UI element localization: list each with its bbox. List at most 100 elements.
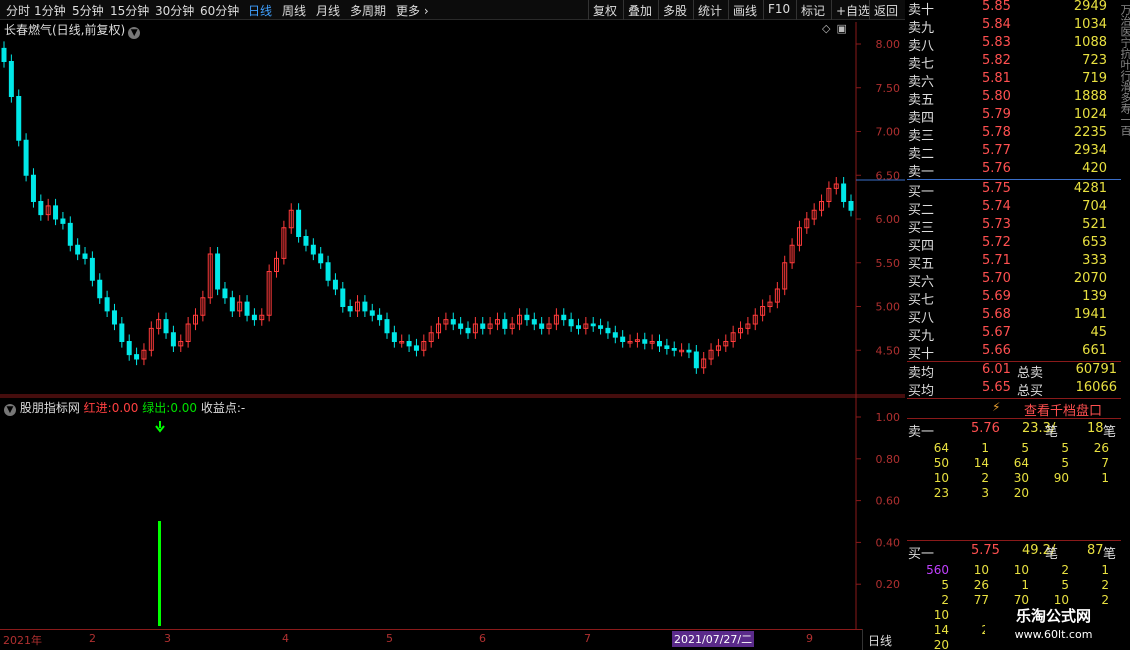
queue-order-size: 5 — [1061, 456, 1069, 470]
level-label: 买一 — [908, 185, 935, 200]
candle-body — [480, 323, 486, 329]
profit-label: 收益点: — [200, 401, 241, 415]
total-sell-value: 60791 — [1075, 362, 1117, 377]
bid-avg-row: 买均 5.65 总买 16066 — [907, 380, 1130, 399]
level-price: 5.78 — [982, 125, 1011, 140]
watermark-url: www.60lt.com — [1014, 628, 1093, 641]
level-label: 买十 — [908, 347, 935, 362]
level-volume: 2235 — [1073, 125, 1107, 140]
bid-avg-value: 5.65 — [982, 380, 1011, 395]
bid-level-row[interactable]: 买十 5.66 661 — [907, 343, 1107, 362]
ask-level-row[interactable]: 卖四 5.79 1024 — [907, 107, 1107, 126]
level-label: 卖十 — [908, 3, 935, 18]
bid-level-row[interactable]: 买一 5.75 4281 — [907, 181, 1107, 200]
level-label: 买七 — [908, 293, 935, 308]
ask-level-row[interactable]: 卖六 5.81 719 — [907, 71, 1107, 90]
buy-queue-header: 买一 5.75 49.2/ 笔 87 笔 — [907, 543, 1122, 562]
candle-body — [126, 341, 132, 356]
green-out-value: 0.00 — [170, 401, 198, 415]
sell-queue-label: 卖一 — [908, 425, 935, 440]
ask-level-row[interactable]: 卖一 5.76 420 — [907, 161, 1107, 180]
sell-queue-price: 5.76 — [971, 421, 1000, 436]
bid-level-row[interactable]: 买五 5.71 333 — [907, 253, 1107, 272]
candle-body — [104, 297, 110, 312]
bid-level-row[interactable]: 买三 5.73 521 — [907, 217, 1107, 236]
y-tick-label: 5.50 — [876, 257, 901, 270]
date-tick: 6 — [479, 632, 486, 645]
bid-level-row[interactable]: 买二 5.74 704 — [907, 199, 1107, 218]
candle-body — [8, 61, 14, 97]
level-volume: 2934 — [1073, 143, 1107, 158]
watermark-title: 乐淘公式网 — [1015, 607, 1091, 625]
bid-level-row[interactable]: 买七 5.69 139 — [907, 289, 1107, 308]
candle-body — [598, 325, 604, 329]
candle-body — [384, 319, 390, 334]
candle-body — [89, 257, 95, 281]
level-volume: 45 — [1090, 325, 1107, 340]
queue-order-size: 5 — [941, 578, 949, 592]
bid-level-row[interactable]: 买八 5.68 1941 — [907, 307, 1107, 326]
candle-body — [362, 301, 368, 312]
period-indicator[interactable]: 日线 — [862, 629, 905, 650]
divider — [907, 540, 1130, 541]
date-tick: 7 — [584, 632, 591, 645]
date-tick: 2021年 — [3, 634, 42, 647]
ask-level-row[interactable]: 卖九 5.84 1034 — [907, 17, 1107, 36]
candle-body — [67, 222, 73, 246]
queue-order-size: 20 — [1013, 486, 1029, 500]
kline-chart[interactable]: 8.00 7.50 7.00 6.50 6.00 5.50 5.00 4.50 1.00 0.8… — [0, 0, 905, 650]
level-price: 5.68 — [982, 307, 1011, 322]
level-price: 5.83 — [982, 35, 1011, 50]
candle-body — [53, 205, 59, 220]
ask-level-row[interactable]: 卖五 5.80 1888 — [907, 89, 1107, 108]
ask-level-row[interactable]: 卖二 5.77 2934 — [907, 143, 1107, 162]
bid-level-row[interactable]: 买六 5.70 2070 — [907, 271, 1107, 290]
buy-queue-count: 87 — [1087, 543, 1104, 558]
date-tick: 3 — [164, 632, 171, 645]
level-volume: 723 — [1082, 53, 1107, 68]
level-label: 卖一 — [908, 165, 935, 180]
level-volume: 2070 — [1073, 271, 1107, 286]
ask-level-row[interactable]: 卖八 5.83 1088 — [907, 35, 1107, 54]
candle-body — [97, 279, 103, 299]
queue-order-size: 26 — [973, 578, 989, 592]
queue-order-size: 10 — [933, 471, 949, 485]
level-label: 卖四 — [908, 111, 935, 126]
bid-avg-label: 买均 — [908, 384, 935, 399]
level-label: 买六 — [908, 275, 935, 290]
queue-order-size: 2 — [941, 593, 949, 607]
queue-order-size: 30 — [1013, 471, 1029, 485]
y-tick-label: 7.00 — [876, 126, 901, 139]
level-volume: 1088 — [1073, 35, 1107, 50]
queue-order-size: 50 — [933, 456, 949, 470]
queue-order-size: 26 — [1093, 441, 1109, 455]
divider — [907, 418, 1130, 419]
level-label: 买三 — [908, 221, 935, 236]
side-panel-edge[interactable]: 万治医宁抗叶行滑多寿一百 — [1121, 0, 1130, 650]
ind-tick-label: 0.80 — [876, 453, 901, 466]
y-tick-label: 7.50 — [876, 82, 901, 95]
date-tick: 5 — [386, 632, 393, 645]
candle-body — [391, 332, 397, 342]
queue-order-size: 1 — [981, 441, 989, 455]
ask-level-row[interactable]: 卖三 5.78 2235 — [907, 125, 1107, 144]
bid-level-row[interactable]: 买九 5.67 45 — [907, 325, 1107, 344]
ask-level-row[interactable]: 卖十 5.85 2949 — [907, 0, 1107, 18]
chevron-down-icon[interactable]: ▼ — [4, 404, 16, 416]
date-tick: 4 — [282, 632, 289, 645]
queue-order-size: 10 — [973, 563, 989, 577]
queue-order-size: 1 — [1101, 563, 1109, 577]
green-out-label: 绿出: — [142, 401, 171, 415]
level-label: 买二 — [908, 203, 935, 218]
queue-order-size: 10 — [1013, 563, 1029, 577]
ask-level-row[interactable]: 卖七 5.82 723 — [907, 53, 1107, 72]
indicator-header[interactable]: ▼ 股朋指标网 红进:0.00 绿出:0.00 收益点:- — [4, 399, 245, 416]
view-depth-button[interactable]: 查看千档盘口 — [1024, 400, 1102, 419]
signal-bar — [158, 521, 161, 626]
date-tick: 9 — [806, 632, 813, 645]
bid-level-row[interactable]: 买四 5.72 653 — [907, 235, 1107, 254]
level-volume: 1941 — [1073, 307, 1107, 322]
queue-order-size: 7 — [1101, 456, 1109, 470]
candle-body — [251, 314, 257, 321]
candle-body — [377, 314, 383, 321]
